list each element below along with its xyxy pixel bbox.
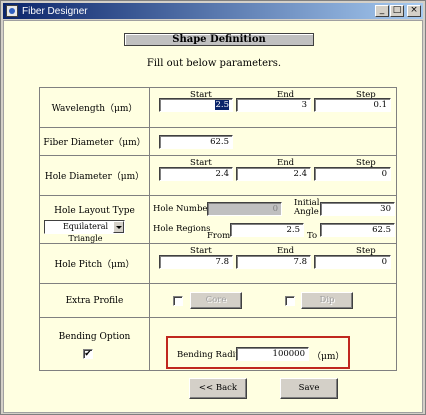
hole-regions-label: Hole Regions bbox=[153, 224, 211, 234]
initial-angle-label-2: Angle bbox=[294, 207, 319, 217]
hole-diameter-step-input[interactable]: 0 bbox=[314, 167, 391, 181]
instructions-text: Fill out below parameters. bbox=[146, 58, 282, 69]
bending-checkbox[interactable]: ✔ bbox=[83, 349, 93, 359]
fiber-diameter-input[interactable]: 62.5 bbox=[159, 135, 233, 149]
dip-checkbox[interactable] bbox=[285, 296, 295, 306]
hole-pitch-row: Hole Pitch（μm） Start End Step 7.8 7.8 0 bbox=[40, 244, 396, 284]
chevron-down-icon[interactable] bbox=[113, 221, 124, 233]
wavelength-step-input[interactable]: 0.1 bbox=[314, 98, 391, 112]
page-title: Shape Definition bbox=[124, 33, 314, 46]
hole-regions-from-input[interactable]: 2.5 bbox=[230, 223, 304, 237]
to-label: To bbox=[307, 231, 318, 241]
hole-diameter-row: Hole Diameter（μm） Start End Step 2.4 2.4… bbox=[40, 156, 396, 196]
form-area: Shape Definition Fill out below paramete… bbox=[3, 20, 423, 413]
layout-type-select[interactable]: Equilateral Triangle bbox=[44, 220, 125, 243]
app-icon bbox=[6, 5, 18, 17]
wavelength-row: Wavelength（μm） Start End Step 2.5 3 0.1 bbox=[40, 88, 396, 128]
parameter-grid: Wavelength（μm） Start End Step 2.5 3 0.1 … bbox=[39, 87, 397, 371]
app-window: Fiber Designer _ □ × Shape Definition Fi… bbox=[0, 0, 426, 415]
minimize-button[interactable]: _ bbox=[375, 5, 389, 17]
back-button[interactable]: << Back bbox=[189, 378, 247, 399]
dip-button: Dip bbox=[301, 292, 353, 309]
initial-angle-input[interactable]: 30 bbox=[320, 202, 395, 216]
bending-radius-box: Bending Radius 100000 （μm） bbox=[166, 336, 350, 369]
bending-option-label: Bending Option bbox=[58, 332, 131, 342]
hole-numbers-input: 0 bbox=[207, 202, 282, 216]
hole-diameter-label: Hole Diameter（μm） bbox=[40, 156, 150, 195]
save-button[interactable]: Save bbox=[280, 378, 338, 399]
hole-pitch-start-input[interactable]: 7.8 bbox=[159, 255, 233, 269]
core-button: Core bbox=[190, 292, 242, 309]
fiber-diameter-row: Fiber Diameter（μm） 62.5 bbox=[40, 128, 396, 156]
maximize-button[interactable]: □ bbox=[390, 5, 404, 17]
hole-diameter-end-input[interactable]: 2.4 bbox=[236, 167, 311, 181]
hole-layout-row: Hole Layout Type Equilateral Triangle Ho… bbox=[40, 196, 396, 244]
extra-profile-row: Extra Profile Core Dip bbox=[40, 284, 396, 318]
hole-regions-to-input[interactable]: 62.5 bbox=[320, 223, 395, 237]
wavelength-start-input[interactable]: 2.5 bbox=[159, 98, 233, 112]
wavelength-label: Wavelength（μm） bbox=[40, 88, 150, 127]
hole-pitch-step-input[interactable]: 0 bbox=[314, 255, 391, 269]
wavelength-end-input[interactable]: 3 bbox=[236, 98, 311, 112]
hole-pitch-label: Hole Pitch（μm） bbox=[40, 244, 150, 283]
window-title: Fiber Designer bbox=[22, 5, 88, 17]
fiber-diameter-label: Fiber Diameter（μm） bbox=[40, 128, 150, 155]
layout-type-value: Equilateral Triangle bbox=[62, 222, 109, 243]
close-button[interactable]: × bbox=[407, 5, 421, 17]
hole-diameter-start-input[interactable]: 2.4 bbox=[159, 167, 233, 181]
wavelength-start-value: 2.5 bbox=[215, 100, 229, 110]
from-label: From bbox=[207, 231, 231, 241]
hole-pitch-end-input[interactable]: 7.8 bbox=[236, 255, 311, 269]
bending-radius-label: Bending Radius bbox=[177, 350, 246, 360]
core-checkbox[interactable] bbox=[173, 296, 183, 306]
bending-radius-input[interactable]: 100000 bbox=[236, 347, 309, 361]
hole-layout-label: Hole Layout Type bbox=[54, 206, 135, 216]
title-bar[interactable]: Fiber Designer _ □ × bbox=[3, 3, 423, 19]
extra-profile-label: Extra Profile bbox=[40, 284, 150, 317]
bending-radius-unit: （μm） bbox=[312, 352, 345, 362]
